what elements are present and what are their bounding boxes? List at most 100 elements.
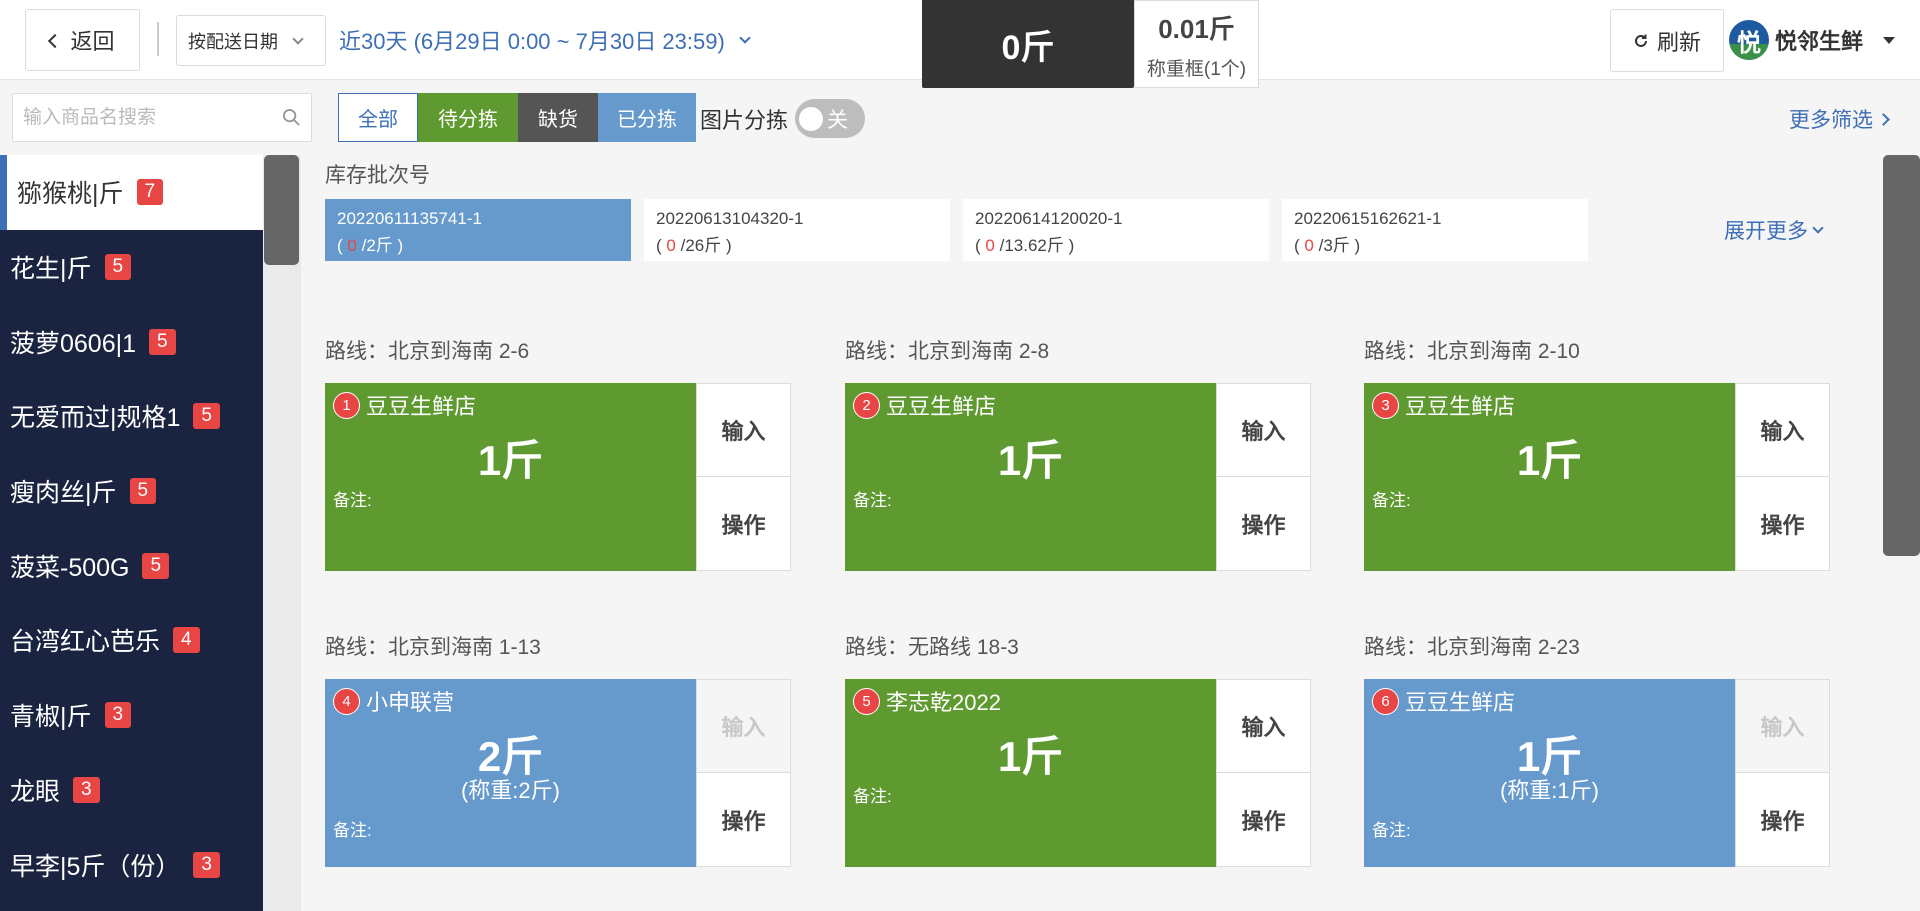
batch-section-title: 库存批次号 [325,164,430,187]
search-input[interactable] [13,94,263,141]
input-button[interactable]: 输入 [1216,679,1311,773]
divider [157,22,159,56]
store-name: 李志乾2022 [886,690,1001,715]
filter-pending-button[interactable]: 待分拣 [418,93,518,142]
sidebar-item[interactable]: 早李|5斤（份） 3 [0,827,263,902]
order-card: 3 豆豆生鲜店 1斤 备注: 输入 操作 [1364,383,1830,571]
sidebar-item-label: 花生|斤 [10,255,92,284]
sidebar-item[interactable]: 瘦肉丝|斤 5 [0,454,263,529]
order-card-body[interactable]: 2 豆豆生鲜店 1斤 备注: [845,383,1216,571]
order-quantity: 1斤 [477,437,544,484]
order-quantity: 1斤 [997,733,1064,780]
batch-code: 20220611135741-1 [337,209,482,228]
filter-all-button[interactable]: 全部 [338,93,418,142]
account-menu[interactable]: 悦 悦邻生鲜 [1729,20,1896,60]
input-button: 输入 [1735,679,1830,773]
count-badge: 5 [104,254,132,281]
order-card-body[interactable]: 4 小申联营 2斤 (称重:2斤) 备注: [325,679,696,867]
order-remark: 备注: [333,491,372,510]
more-filters-link[interactable]: 更多筛选 [1789,104,1890,134]
input-button[interactable]: 输入 [696,383,791,477]
frame-weight-label: 称重框(1个) [1146,59,1247,80]
operate-button[interactable]: 操作 [1216,477,1311,571]
order-remark: 备注: [1372,821,1411,840]
count-badge: 4 [173,627,200,654]
operate-button[interactable]: 操作 [696,773,791,867]
route-label: 路线：北京到海南 2-10 [1364,340,1580,363]
operate-button[interactable]: 操作 [1735,773,1830,867]
count-badge: 5 [193,403,220,430]
order-card: 1 豆豆生鲜店 1斤 备注: 输入 操作 [325,383,791,571]
order-number: 4 [333,687,360,715]
batch-item[interactable]: 20220613104320-1 ( 0 /26斤 ) [644,199,950,261]
back-button-label: 返回 [70,29,115,54]
sidebar-item-label: 无爱而过|规格1 [10,404,181,433]
route-label: 路线：无路线 18-3 [845,636,1019,659]
order-card-body[interactable]: 3 豆豆生鲜店 1斤 备注: [1364,383,1735,571]
input-button[interactable]: 输入 [1216,383,1311,477]
count-badge: 5 [129,478,157,505]
weigh-frame-panel: 0.01斤 称重框(1个) [1134,0,1259,88]
filter-shortage-button[interactable]: 缺货 [518,93,598,142]
weighed-amount: (称重:2斤) [460,778,560,803]
sidebar-scrollbar[interactable] [264,155,299,265]
sidebar-item[interactable]: 菠萝0606|1 5 [0,304,263,379]
count-badge: 7 [136,179,164,206]
toggle-state-label: 关 [827,108,848,132]
order-card-body[interactable]: 1 豆豆生鲜店 1斤 备注: [325,383,696,571]
sidebar-item-label: 菠萝0606|1 [10,329,137,358]
route-label: 路线：北京到海南 1-13 [325,636,541,659]
sidebar-item[interactable]: 菠菜-500G 5 [0,528,263,603]
batch-item[interactable]: 20220614120020-1 ( 0 /13.62斤 ) [963,199,1269,261]
operate-button[interactable]: 操作 [696,477,791,571]
store-name: 豆豆生鲜店 [886,394,997,419]
product-sidebar: 猕猴桃|斤 7 花生|斤 5 菠萝0606|1 5 无爱而过|规格1 5 瘦肉丝|斤 5 … [0,155,263,911]
count-badge: 3 [104,702,132,729]
batch-item[interactable]: 20220615162621-1 ( 0 /3斤 ) [1282,199,1588,261]
count-badge: 5 [142,552,170,579]
sidebar-item[interactable]: 花生|斤 5 [0,230,263,305]
batch-list: 20220611135741-1 ( 0 /2斤 ) 2022061310432… [325,199,1588,261]
route-label: 路线：北京到海南 2-23 [1364,636,1580,659]
date-mode-select[interactable]: 按配送日期 [176,15,326,66]
chevron-down-icon [1812,222,1824,234]
order-card-body[interactable]: 5 李志乾2022 1斤 备注: [845,679,1216,867]
order-quantity: 1斤 [1516,437,1583,484]
order-card-body[interactable]: 6 豆豆生鲜店 1斤 (称重:1斤) 备注: [1364,679,1735,867]
sidebar-item[interactable]: 猕猴桃|斤 7 [0,155,263,230]
weighed-amount: (称重:1斤) [1499,778,1599,803]
image-sort-label: 图片分拣 [700,108,789,133]
batch-progress: ( 0 /13.62斤 ) [975,236,1075,255]
order-number: 2 [853,391,880,419]
order-remark: 备注: [333,821,372,840]
sidebar-item-label: 青椒|斤 [10,703,92,732]
count-badge: 3 [193,851,220,878]
refresh-button[interactable]: 刷新 [1610,9,1724,72]
search-icon[interactable] [282,108,301,127]
batch-code: 20220613104320-1 [656,209,804,228]
store-name: 豆豆生鲜店 [1405,394,1516,419]
sidebar-item-label: 猕猴桃|斤 [17,180,124,209]
status-filter-group: 全部 待分拣 缺货 已分拣 [338,93,696,142]
back-button[interactable]: 返回 [25,9,140,71]
sidebar-item[interactable]: 龙眼 3 [0,753,263,828]
image-sort-toggle[interactable]: 关 [795,99,865,138]
batch-item[interactable]: 20220611135741-1 ( 0 /2斤 ) [325,199,631,261]
order-card: 6 豆豆生鲜店 1斤 (称重:1斤) 备注: 输入 操作 [1364,679,1830,867]
input-button[interactable]: 输入 [1735,383,1830,477]
expand-more-link[interactable]: 展开更多 [1724,215,1824,245]
product-search [12,93,312,142]
filter-sorted-button[interactable]: 已分拣 [598,93,696,142]
operate-button[interactable]: 操作 [1735,477,1830,571]
input-button: 输入 [696,679,791,773]
main-scrollbar[interactable] [1883,155,1920,556]
sidebar-item[interactable]: 台湾红心芭乐 4 [0,603,263,678]
sidebar-item-label: 台湾红心芭乐 [10,628,161,657]
operate-button[interactable]: 操作 [1216,773,1311,867]
order-card: 4 小申联营 2斤 (称重:2斤) 备注: 输入 操作 [325,679,791,867]
date-range-picker[interactable]: 近30天 (6月29日 0:00 ~ 7月30日 23:59) [339,24,751,56]
store-name: 豆豆生鲜店 [366,394,477,419]
order-number: 1 [333,391,360,419]
sidebar-item[interactable]: 青椒|斤 3 [0,678,263,753]
sidebar-item[interactable]: 无爱而过|规格1 5 [0,379,263,454]
